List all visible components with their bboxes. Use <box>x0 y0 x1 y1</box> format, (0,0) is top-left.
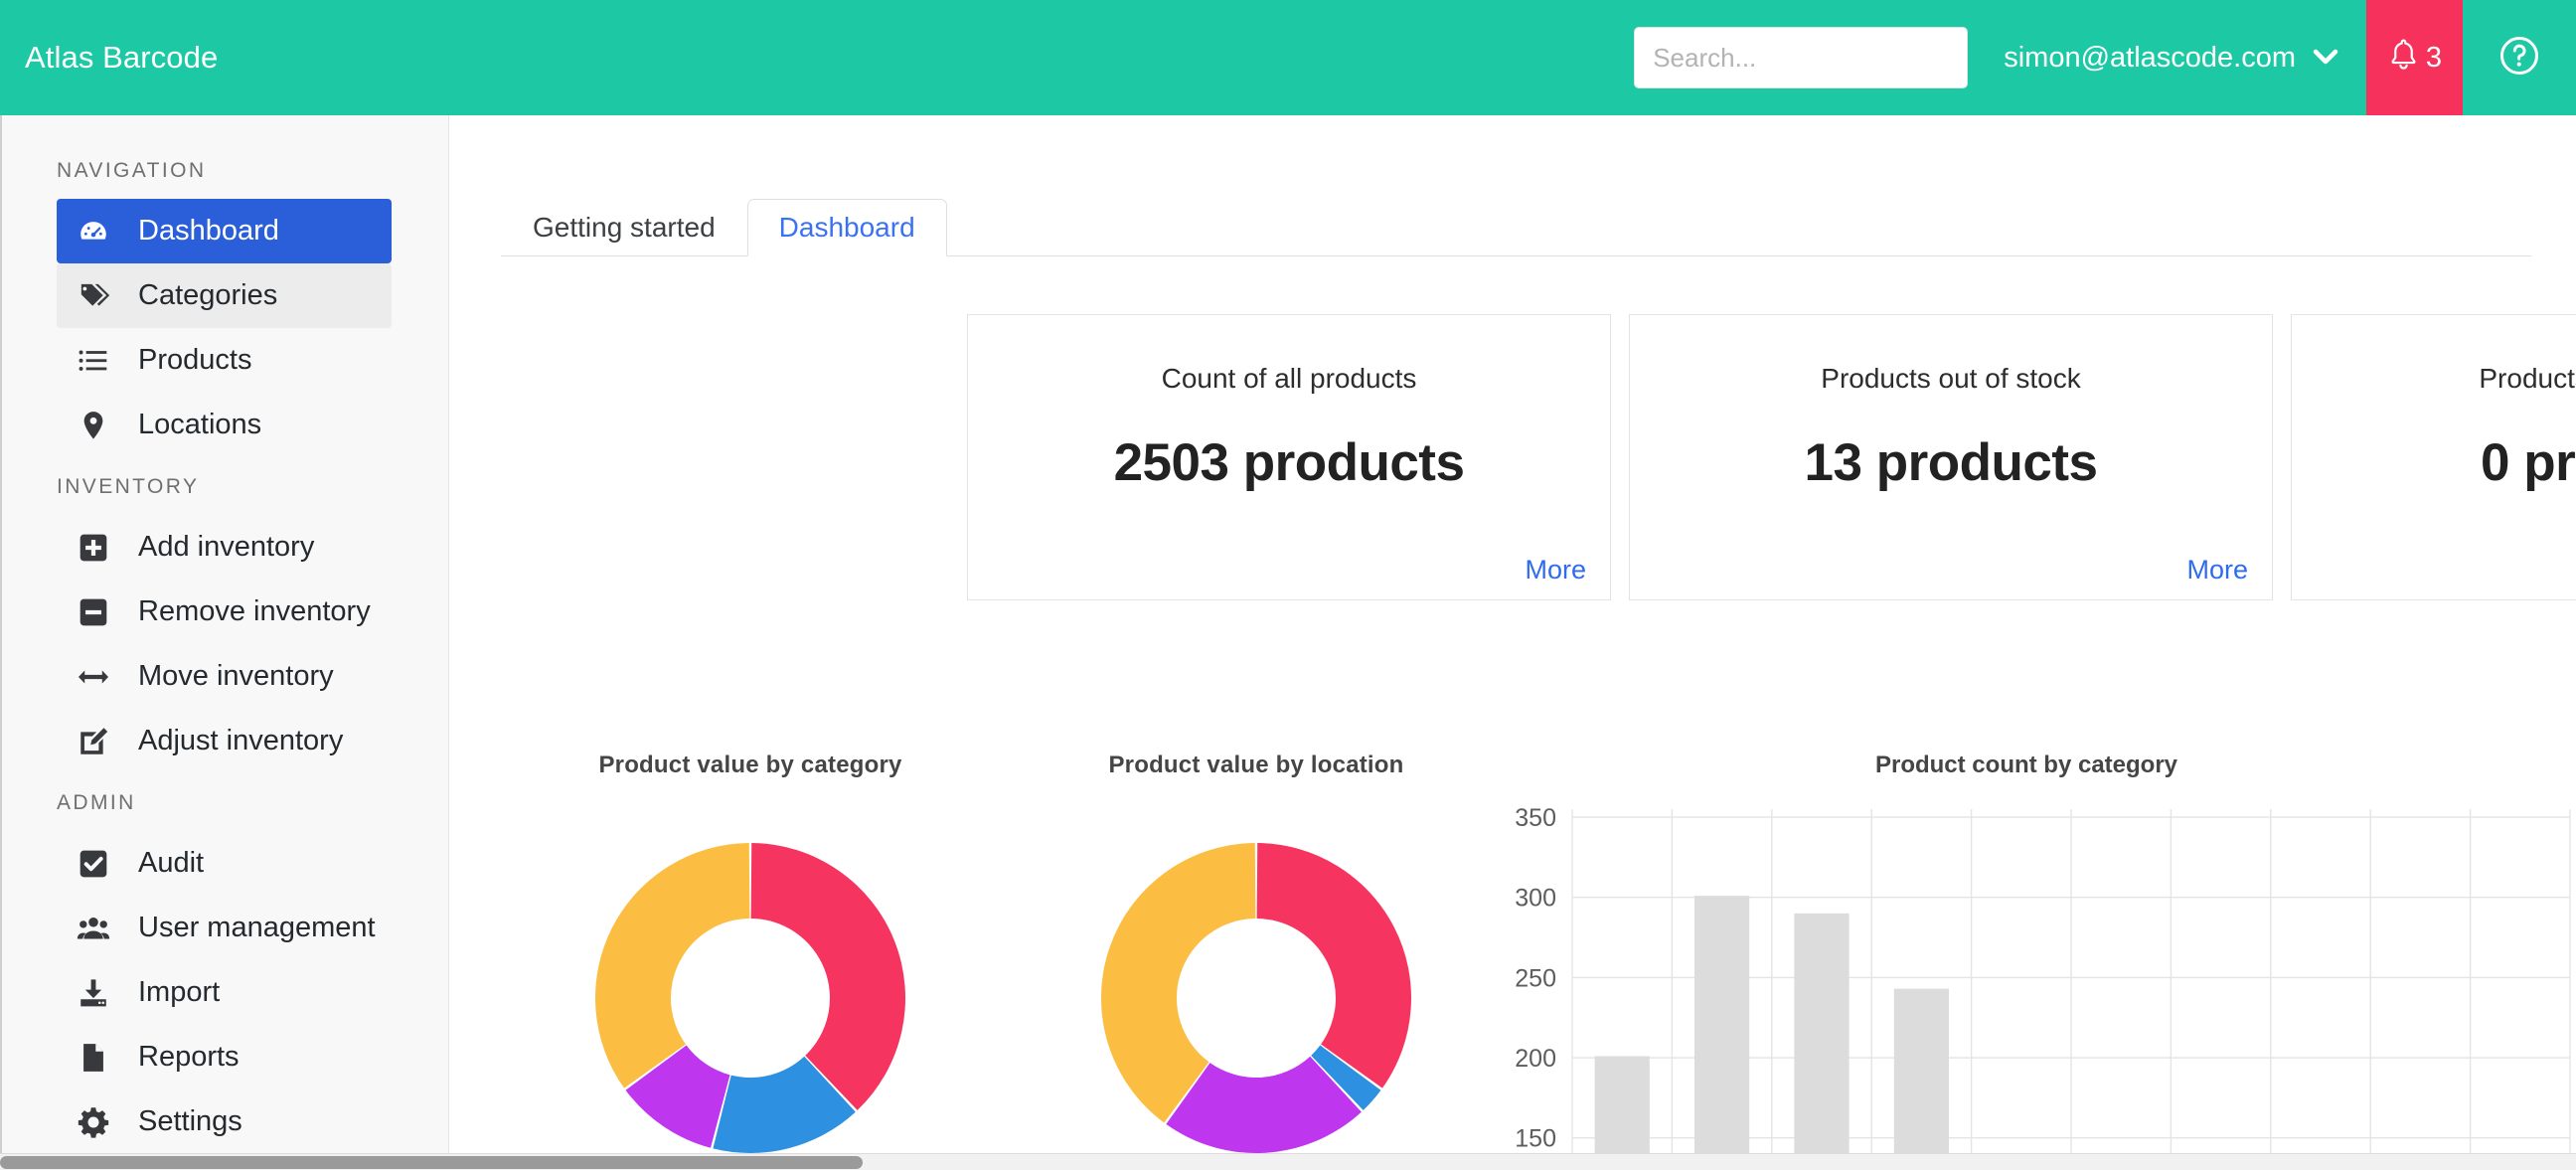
sidebar-item-reports[interactable]: Reports <box>57 1025 392 1089</box>
sidebar-left-edge <box>0 115 2 1153</box>
bar-chart-svg: 150 200 250 300 350 <box>1515 804 2571 1170</box>
bar-chart-plot-area[interactable]: 150 200 250 300 350 <box>1477 799 2576 1170</box>
bar[interactable] <box>1893 988 1950 1170</box>
donut-slice[interactable] <box>750 843 905 1110</box>
stat-cards-row: Count of all products 2503 products More… <box>967 314 2576 600</box>
y-axis-tick-label: 200 <box>1515 1045 1556 1073</box>
tab-dashboard[interactable]: Dashboard <box>746 199 947 256</box>
sidebar-item-categories[interactable]: Categories <box>57 263 392 328</box>
stat-card-title: Count of all products <box>1161 363 1417 394</box>
sidebar-item-adjust-inventory[interactable]: Adjust inventory <box>57 709 392 773</box>
charts-row: Product value by category Product value … <box>450 752 2576 1170</box>
stat-card-more-link[interactable]: More <box>2186 555 2248 585</box>
y-axis-tick-label: 150 <box>1515 1125 1556 1153</box>
sidebar-item-products[interactable]: Products <box>57 328 392 393</box>
plus-square-icon <box>77 531 116 565</box>
file-icon <box>77 1041 116 1075</box>
user-email-label: simon@atlascode.com <box>2004 41 2296 74</box>
stat-card-value: 2503 products <box>1113 433 1465 492</box>
edit-square-icon <box>77 725 116 758</box>
horizontal-scrollbar[interactable] <box>0 1153 2576 1170</box>
minus-square-icon <box>77 595 116 629</box>
map-pin-icon <box>77 409 116 442</box>
check-square-icon <box>77 847 116 881</box>
sidebar-item-label: Add inventory <box>138 531 315 563</box>
header-right-group: simon@atlascode.com 3 <box>1634 0 2576 115</box>
y-axis-tick-label: 250 <box>1515 964 1556 992</box>
sidebar-item-label: Remove inventory <box>138 595 371 627</box>
stat-card-value: 0 products <box>2481 433 2576 492</box>
notification-count: 3 <box>2425 41 2443 74</box>
sidebar-item-add-inventory[interactable]: Add inventory <box>57 515 392 580</box>
chart-title: Product value by location <box>1108 752 1404 778</box>
sidebar-item-move-inventory[interactable]: Move inventory <box>57 644 392 709</box>
donut-canvas-category[interactable] <box>502 799 999 1170</box>
sidebar-item-label: Move inventory <box>138 660 334 692</box>
bar-chart-product-count-by-category: Product count by category 150 200 250 300 35… <box>1477 752 2576 1170</box>
users-icon <box>77 912 116 945</box>
sidebar-section-heading: INVENTORY <box>57 475 200 498</box>
sidebar-item-label: Products <box>138 344 252 376</box>
top-header-bar: Atlas Barcode simon@atlascode.com 3 <box>0 0 2576 115</box>
arrows-horizontal-icon <box>77 660 116 694</box>
sidebar-item-label: Reports <box>138 1041 240 1073</box>
sidebar-item-settings[interactable]: Settings <box>57 1089 392 1154</box>
chart-title: Product value by category <box>598 752 902 778</box>
search-container <box>1634 0 2004 115</box>
sidebar-item-label: Categories <box>138 279 278 311</box>
chevron-down-icon <box>2313 40 2338 73</box>
sidebar-item-locations[interactable]: Locations <box>57 393 392 457</box>
bell-icon <box>2387 37 2420 79</box>
sidebar-item-label: User management <box>138 912 376 943</box>
sidebar-item-label: Import <box>138 976 221 1008</box>
tag-icon <box>77 279 116 313</box>
search-input[interactable] <box>1634 27 1969 88</box>
sidebar-item-user-management[interactable]: User management <box>57 896 392 960</box>
sidebar-item-audit[interactable]: Audit <box>57 831 392 896</box>
sidebar-section-heading: NAVIGATION <box>57 159 207 182</box>
sidebar-section-heading: ADMIN <box>57 791 136 814</box>
stat-card-overstocked: Products overstocked 0 products More <box>2291 314 2576 600</box>
sidebar-item-label: Settings <box>138 1105 242 1137</box>
sidebar-item-remove-inventory[interactable]: Remove inventory <box>57 580 392 644</box>
tab-getting-started[interactable]: Getting started <box>501 199 747 256</box>
sidebar-navigation: NAVIGATION Dashboard Categories Products… <box>0 115 449 1170</box>
donut-canvas-location[interactable] <box>1008 799 1505 1170</box>
download-icon <box>77 976 116 1010</box>
sidebar-item-dashboard[interactable]: Dashboard <box>57 199 392 263</box>
stat-card-out-of-stock: Products out of stock 13 products More <box>1629 314 2273 600</box>
sidebar-item-label: Adjust inventory <box>138 725 344 756</box>
help-button[interactable] <box>2463 0 2576 115</box>
notifications-button[interactable]: 3 <box>2366 0 2463 115</box>
dashboard-gauge-icon <box>77 215 116 249</box>
stat-card-more-link[interactable]: More <box>1525 555 1586 585</box>
bar[interactable] <box>1693 896 1750 1170</box>
stat-card-total-products: Count of all products 2503 products More <box>967 314 1611 600</box>
main-content-area: Getting started Dashboard Count of all p… <box>450 115 2576 1170</box>
sidebar-item-import[interactable]: Import <box>57 960 392 1025</box>
stat-card-value: 13 products <box>1804 433 2098 492</box>
donut-chart-value-by-location: Product value by location <box>1008 752 1505 1170</box>
donut-slice[interactable] <box>1256 843 1411 1088</box>
y-axis-tick-label: 350 <box>1515 804 1556 832</box>
stat-card-title: Products overstocked <box>2479 363 2576 394</box>
chart-title: Product count by category <box>1874 752 2178 778</box>
sidebar-item-label: Audit <box>138 847 205 879</box>
sidebar-item-label: Locations <box>138 409 262 440</box>
help-circle-icon <box>2498 35 2540 82</box>
bar[interactable] <box>1794 913 1850 1170</box>
app-brand-title: Atlas Barcode <box>25 40 219 75</box>
y-axis-tick-label: 300 <box>1515 885 1556 913</box>
donut-svg <box>1101 843 1411 1153</box>
donut-svg <box>595 843 905 1153</box>
stat-card-title: Products out of stock <box>1821 363 2081 394</box>
donut-chart-value-by-category: Product value by category <box>502 752 999 1170</box>
donut-slice[interactable] <box>595 843 750 1088</box>
list-icon <box>77 344 116 378</box>
gear-icon <box>77 1105 116 1139</box>
content-tabs: Getting started Dashboard <box>501 199 2531 256</box>
scrollbar-thumb[interactable] <box>0 1156 863 1169</box>
sidebar-item-label: Dashboard <box>138 215 279 247</box>
user-account-menu[interactable]: simon@atlascode.com <box>2004 0 2366 115</box>
